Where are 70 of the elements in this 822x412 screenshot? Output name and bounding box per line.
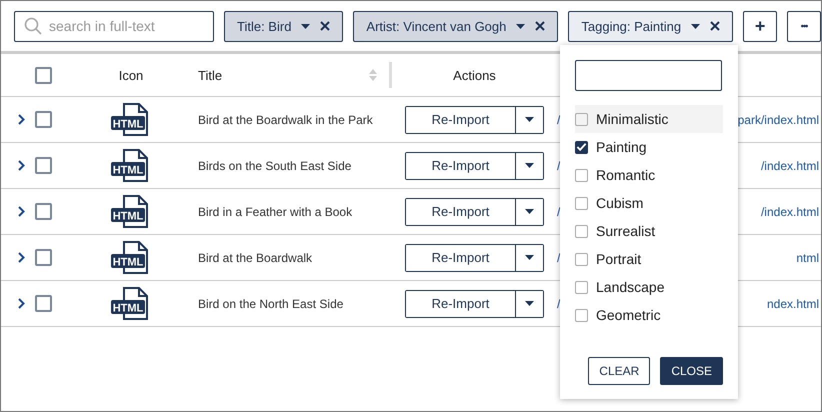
row-checkbox[interactable] <box>35 295 52 312</box>
option-checkbox[interactable] <box>575 224 588 238</box>
add-button[interactable]: + <box>743 10 778 42</box>
caret-icon <box>525 255 534 260</box>
close-icon[interactable] <box>535 21 546 31</box>
search-field[interactable]: search in full-text <box>14 10 214 42</box>
caret-icon <box>301 24 310 28</box>
table-cell-text: Bird at the Boardwalk in the Park <box>197 112 374 126</box>
option-item[interactable]: Geometric <box>575 301 723 329</box>
option-item[interactable]: Portrait <box>575 245 723 273</box>
caret-icon <box>516 24 526 28</box>
caret-icon <box>525 301 534 306</box>
link[interactable]: ndex.html <box>766 296 819 310</box>
expand-icon[interactable] <box>18 298 25 309</box>
table-cell-text: Bird at the Boardwalk <box>197 250 314 264</box>
select-all-checkbox[interactable] <box>35 66 52 84</box>
option-item[interactable]: Cubism <box>575 189 723 217</box>
reimport-button[interactable]: Re-Import <box>406 198 516 224</box>
caret-icon <box>525 163 534 168</box>
close-icon[interactable] <box>710 21 720 31</box>
column-header[interactable]: Title <box>198 68 222 82</box>
filter-chip[interactable]: Title: Bird <box>224 10 344 42</box>
option-checkbox[interactable] <box>575 196 588 210</box>
reimport-button[interactable]: Re-Import <box>406 290 516 316</box>
close-button[interactable]: CLOSE <box>660 357 723 385</box>
reimport-button[interactable]: Re-Import <box>406 152 516 178</box>
caret-icon <box>691 24 700 28</box>
option-item[interactable]: Painting <box>575 133 723 161</box>
expand-icon[interactable] <box>18 252 25 263</box>
reimport-button[interactable]: Re-Import <box>406 106 516 132</box>
caret-icon <box>525 117 534 122</box>
option-checkbox[interactable] <box>575 252 588 266</box>
option-checkbox[interactable] <box>575 140 588 154</box>
row-checkbox[interactable] <box>35 111 52 128</box>
expand-icon[interactable] <box>18 160 25 171</box>
link[interactable]: / <box>557 112 560 126</box>
option-item[interactable]: Landscape <box>575 273 723 301</box>
link[interactable]: / <box>557 158 560 172</box>
row-checkbox[interactable] <box>35 157 52 174</box>
row-checkbox[interactable] <box>35 203 52 220</box>
expand-icon[interactable] <box>18 206 25 217</box>
link[interactable]: /index.html <box>760 204 819 218</box>
link[interactable]: / <box>557 250 560 264</box>
option-item[interactable]: Romantic <box>575 161 723 189</box>
option-checkbox[interactable] <box>575 308 588 322</box>
link[interactable]: / <box>557 204 560 218</box>
filter-chip[interactable]: Artist: Vincent van Gogh <box>353 10 558 42</box>
expand-icon[interactable] <box>18 114 25 125</box>
row-checkbox[interactable] <box>35 249 52 266</box>
link[interactable]: /index.html <box>760 158 819 172</box>
option-item[interactable]: Minimalistic <box>575 105 723 133</box>
caret-icon <box>525 209 534 214</box>
table-cell-text: Bird in a Feather with a Book <box>197 204 354 218</box>
column-header[interactable]: Icon <box>118 68 144 82</box>
option-item[interactable]: Surrealist <box>575 217 723 245</box>
option-checkbox[interactable] <box>575 280 588 294</box>
option-checkbox[interactable] <box>575 168 588 182</box>
table-cell-text: Birds on the South East Side <box>197 158 352 172</box>
link[interactable]: / <box>557 296 560 310</box>
option-checkbox[interactable] <box>575 112 588 126</box>
table-cell-text: Bird on the North East Side <box>197 296 344 310</box>
column-header[interactable]: Actions <box>453 68 496 82</box>
link[interactable]: park/index.html <box>738 112 819 126</box>
link[interactable]: ntml <box>796 250 819 264</box>
reimport-button[interactable]: Re-Import <box>406 244 516 270</box>
filter-search-field[interactable] <box>575 60 722 91</box>
clear-button[interactable]: CLEAR <box>588 357 650 385</box>
more-button[interactable]: ••• <box>787 10 821 42</box>
filter-chip[interactable]: Tagging: Painting <box>568 10 734 42</box>
close-icon[interactable] <box>320 21 330 31</box>
